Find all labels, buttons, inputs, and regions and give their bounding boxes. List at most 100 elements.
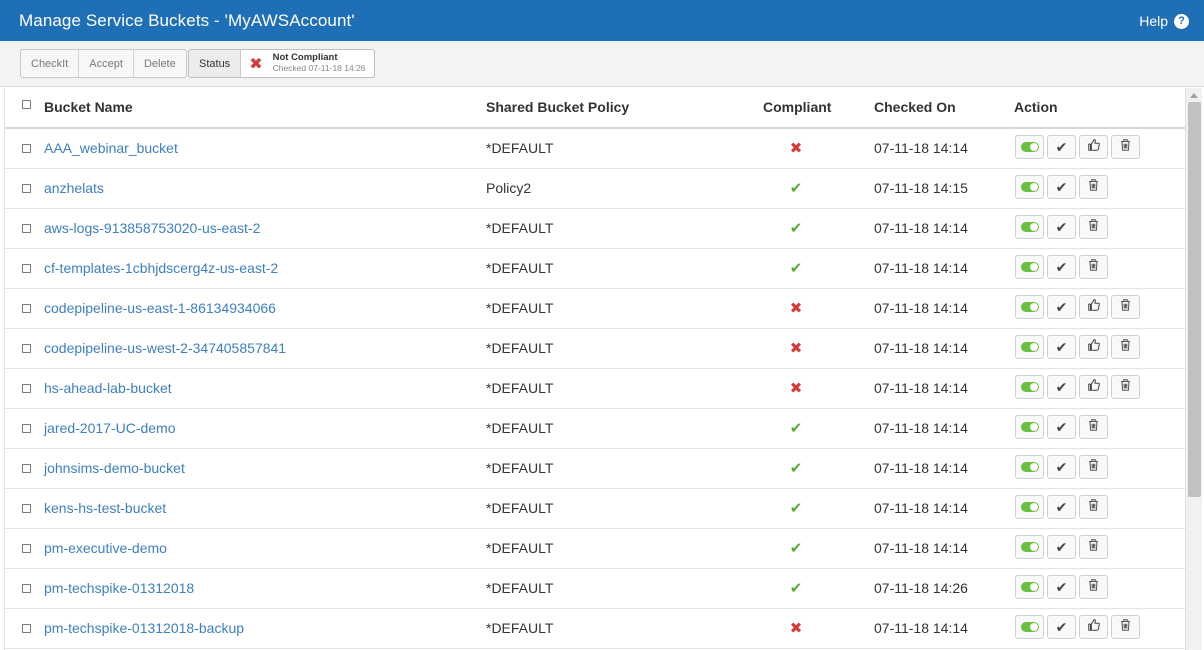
checkmark-icon: ✔ <box>1055 338 1068 355</box>
toggle-button[interactable] <box>1015 375 1044 399</box>
delete-row-button[interactable] <box>1111 335 1140 359</box>
toggle-button[interactable] <box>1015 255 1044 279</box>
delete-row-button[interactable] <box>1111 295 1140 319</box>
row-checkbox[interactable] <box>22 584 31 593</box>
toggle-button[interactable] <box>1015 295 1044 319</box>
checked-on-cell: 07-11-18 14:14 <box>874 220 968 236</box>
vertical-scrollbar[interactable] <box>1185 88 1202 650</box>
toggle-button[interactable] <box>1015 135 1044 159</box>
delete-row-button[interactable] <box>1111 135 1140 159</box>
header-compliant[interactable]: Compliant <box>763 99 831 115</box>
row-actions: ✔ <box>1015 615 1140 639</box>
checkit-row-button[interactable]: ✔ <box>1047 335 1076 359</box>
checkit-row-button[interactable]: ✔ <box>1047 175 1076 199</box>
policy-cell: *DEFAULT <box>486 300 554 316</box>
accept-row-button[interactable] <box>1079 295 1108 319</box>
row-checkbox[interactable] <box>22 464 31 473</box>
cross-icon: ✖ <box>789 140 803 157</box>
row-actions: ✔ <box>1015 175 1108 199</box>
checkit-row-button[interactable]: ✔ <box>1047 535 1076 559</box>
checkit-row-button[interactable]: ✔ <box>1047 415 1076 439</box>
accept-row-button[interactable] <box>1079 615 1108 639</box>
delete-row-button[interactable] <box>1079 215 1108 239</box>
toggle-button[interactable] <box>1015 535 1044 559</box>
question-circle-icon: ? <box>1174 13 1189 29</box>
action-button-group: CheckIt Accept Delete <box>20 49 187 78</box>
accept-row-button[interactable] <box>1079 335 1108 359</box>
header-checked-on[interactable]: Checked On <box>874 99 956 115</box>
delete-row-button[interactable] <box>1111 375 1140 399</box>
delete-row-button[interactable] <box>1079 495 1108 519</box>
scroll-thumb[interactable] <box>1188 102 1201 497</box>
row-checkbox[interactable] <box>22 344 31 353</box>
accept-row-button[interactable] <box>1079 375 1108 399</box>
toggle-button[interactable] <box>1015 615 1044 639</box>
accept-row-button[interactable] <box>1079 135 1108 159</box>
checkit-row-button[interactable]: ✔ <box>1047 215 1076 239</box>
delete-row-button[interactable] <box>1079 455 1108 479</box>
bucket-name-link[interactable]: cf-templates-1cbhjdscerg4z-us-east-2 <box>44 260 278 276</box>
row-checkbox[interactable] <box>22 184 31 193</box>
bucket-name-link[interactable]: codepipeline-us-east-1-86134934066 <box>44 300 276 316</box>
toggle-button[interactable] <box>1015 575 1044 599</box>
policy-cell: Policy2 <box>486 180 532 196</box>
delete-button[interactable]: Delete <box>134 50 186 77</box>
checkit-row-button[interactable]: ✔ <box>1047 255 1076 279</box>
checkit-row-button[interactable]: ✔ <box>1047 455 1076 479</box>
row-checkbox[interactable] <box>22 144 31 153</box>
delete-row-button[interactable] <box>1111 615 1140 639</box>
accept-button[interactable]: Accept <box>79 50 134 77</box>
delete-row-button[interactable] <box>1079 175 1108 199</box>
checkit-row-button[interactable]: ✔ <box>1047 375 1076 399</box>
delete-row-button[interactable] <box>1079 415 1108 439</box>
row-checkbox[interactable] <box>22 304 31 313</box>
bucket-name-link[interactable]: codepipeline-us-west-2-347405857841 <box>44 340 286 356</box>
checkit-button[interactable]: CheckIt <box>21 50 80 77</box>
toggle-button[interactable] <box>1015 415 1044 439</box>
delete-row-button[interactable] <box>1079 255 1108 279</box>
row-checkbox[interactable] <box>22 544 31 553</box>
bucket-name-link[interactable]: anzhelats <box>44 180 104 196</box>
toolbar: CheckIt Accept Delete Status ✖ Not Compl… <box>0 41 1204 87</box>
row-checkbox[interactable] <box>22 224 31 233</box>
scroll-up-arrow-icon[interactable] <box>1190 93 1198 98</box>
status-button[interactable]: Status <box>189 50 242 77</box>
header-bucket-name[interactable]: Bucket Name <box>44 99 133 115</box>
select-all-checkbox[interactable] <box>22 100 31 109</box>
cross-icon: ✖ <box>789 620 803 637</box>
bucket-name-link[interactable]: pm-techspike-01312018 <box>44 580 194 596</box>
bucket-name-link[interactable]: jared-2017-UC-demo <box>44 420 176 436</box>
header-policy[interactable]: Shared Bucket Policy <box>486 99 629 115</box>
checked-on-cell: 07-11-18 14:14 <box>874 500 968 516</box>
bucket-name-link[interactable]: aws-logs-913858753020-us-east-2 <box>44 220 260 236</box>
toggle-button[interactable] <box>1015 215 1044 239</box>
policy-cell: *DEFAULT <box>486 380 554 396</box>
checkit-row-button[interactable]: ✔ <box>1047 575 1076 599</box>
toggle-button[interactable] <box>1015 495 1044 519</box>
toggle-button[interactable] <box>1015 335 1044 359</box>
row-checkbox[interactable] <box>22 384 31 393</box>
row-checkbox[interactable] <box>22 624 31 633</box>
table-row: johnsims-demo-bucket *DEFAULT ✔ 07-11-18 14… <box>5 449 1185 489</box>
policy-cell: *DEFAULT <box>486 420 554 436</box>
toggle-button[interactable] <box>1015 175 1044 199</box>
bucket-name-link[interactable]: kens-hs-test-bucket <box>44 500 166 516</box>
row-checkbox[interactable] <box>22 424 31 433</box>
checkit-row-button[interactable]: ✔ <box>1047 135 1076 159</box>
bucket-name-link[interactable]: johnsims-demo-bucket <box>44 460 185 476</box>
bucket-name-link[interactable]: AAA_webinar_bucket <box>44 140 178 156</box>
bucket-name-link[interactable]: hs-ahead-lab-bucket <box>44 380 172 396</box>
checkit-row-button[interactable]: ✔ <box>1047 495 1076 519</box>
delete-row-button[interactable] <box>1079 535 1108 559</box>
row-actions: ✔ <box>1015 335 1140 359</box>
delete-row-button[interactable] <box>1079 575 1108 599</box>
checkit-row-button[interactable]: ✔ <box>1047 615 1076 639</box>
help-link[interactable]: Help ? <box>1139 13 1189 29</box>
bucket-name-link[interactable]: pm-executive-demo <box>44 540 167 556</box>
row-checkbox[interactable] <box>22 264 31 273</box>
row-checkbox[interactable] <box>22 504 31 513</box>
checkit-row-button[interactable]: ✔ <box>1047 295 1076 319</box>
row-actions: ✔ <box>1015 455 1108 479</box>
toggle-button[interactable] <box>1015 455 1044 479</box>
bucket-name-link[interactable]: pm-techspike-01312018-backup <box>44 620 244 636</box>
